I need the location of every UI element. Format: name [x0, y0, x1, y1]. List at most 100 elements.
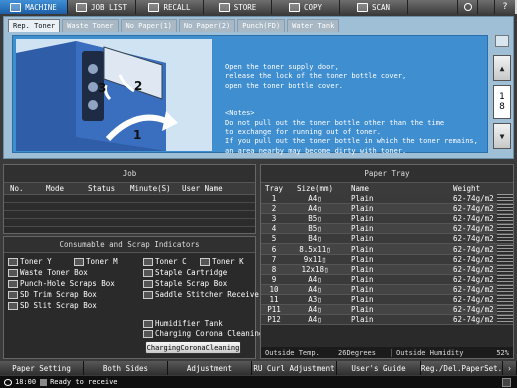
tray-row[interactable]: 11 A3▯ Plain 62-74g/m2 — [261, 294, 513, 306]
globe-icon — [463, 3, 472, 11]
tray-row[interactable]: 7 9x11▯ Plain 62-74g/m2 — [261, 254, 513, 265]
page-indicator: 1 8 — [493, 85, 511, 119]
chevron-right-icon: › — [507, 363, 512, 373]
step-2-label: 2 — [134, 79, 143, 93]
tray-level-indicator — [497, 254, 513, 264]
tray-number: 8 — [271, 264, 277, 274]
job-row[interactable] — [4, 203, 255, 211]
tab-job-list[interactable]: JOB LIST — [68, 0, 136, 14]
humidifier-icon — [143, 319, 153, 328]
job-list-icon — [75, 2, 87, 12]
tab-recall[interactable]: RECALL — [136, 0, 204, 14]
ru-curl-adjustment-button[interactable]: RU Curl Adjustment — [252, 361, 337, 375]
subtab-water-tank[interactable]: Water Tank — [287, 19, 340, 32]
page-up-button[interactable]: ▲ — [493, 55, 511, 81]
tray-size: A4▯ — [308, 194, 322, 204]
tray-row[interactable]: 1 A4▯ Plain 62-74g/m2 — [261, 194, 513, 205]
tray-number: 3 — [271, 214, 277, 224]
paper-tray-title: Paper Tray — [261, 165, 513, 183]
slit-box-icon — [8, 301, 18, 310]
tray-paper-name: Plain — [351, 274, 374, 284]
tray-header: Tray Size(mm) Name Weight — [261, 183, 513, 194]
tray-level-indicator — [497, 274, 513, 284]
nav-spacer — [408, 0, 458, 14]
staple-scrap-icon — [143, 279, 153, 288]
outside-humidity-value: 52% — [496, 348, 509, 357]
tray-row[interactable]: 8 12x18▯ Plain 62-74g/m2 — [261, 264, 513, 275]
toner-illustration: 3 2 1 — [16, 39, 212, 151]
status-time: 18:00 — [15, 378, 37, 386]
subtab-no-paper-2[interactable]: No Paper(2) — [178, 19, 236, 32]
tray-row[interactable]: 4 B5▯ Plain 62-74g/m2 — [261, 224, 513, 235]
tray-paper-name: Plain — [351, 284, 374, 294]
col-no: No. — [10, 184, 24, 193]
bottom-toolbar: Paper Setting Both Sides Adjustment RU C… — [0, 361, 517, 375]
tray-weight: 62-74g/m2 — [453, 244, 494, 254]
tray-row[interactable]: 10 A4▯ Plain 62-74g/m2 — [261, 284, 513, 295]
users-guide-button[interactable]: User's Guide — [337, 361, 421, 375]
tray-weight: 62-74g/m2 — [453, 194, 494, 204]
help-button[interactable]: ? — [495, 0, 515, 14]
paper-setting-button[interactable]: Paper Setting — [0, 361, 84, 375]
tray-number: 4 — [271, 224, 277, 234]
tray-row[interactable]: 9 A4▯ Plain 62-74g/m2 — [261, 274, 513, 285]
page-navigation: ▲ 1 8 ▼ — [493, 55, 512, 155]
tray-level-indicator — [497, 224, 513, 234]
job-row[interactable] — [4, 219, 255, 227]
tray-weight: 62-74g/m2 — [453, 204, 494, 214]
reg-del-paper-set-button[interactable]: Reg./Del.PaperSet. — [421, 361, 503, 375]
tray-row[interactable]: 2 A4▯ Plain 62-74g/m2 — [261, 204, 513, 215]
tab-machine[interactable]: MACHINE — [0, 0, 68, 14]
subtab-rep-toner[interactable]: Rep. Toner — [8, 19, 61, 32]
adjustment-button[interactable]: Adjustment — [168, 361, 252, 375]
instruction-box: 3 2 1 Open the toner supply door, releas… — [12, 35, 488, 155]
outside-temp-label: Outside Temp. — [265, 348, 320, 357]
saddle-stitcher-icon — [143, 290, 153, 299]
staple-scrap-indicator: Staple Scrap Box — [143, 279, 227, 288]
keyboard-icon[interactable] — [502, 377, 511, 387]
page-down-button[interactable]: ▼ — [493, 123, 511, 149]
tray-weight: 62-74g/m2 — [453, 224, 494, 234]
language-button[interactable] — [458, 0, 478, 14]
message-panel: Rep. Toner Waste Toner No Paper(1) No Pa… — [3, 16, 514, 159]
tray-paper-name: Plain — [351, 194, 374, 204]
expand-button[interactable] — [495, 35, 509, 47]
subtab-waste-toner[interactable]: Waste Toner — [62, 19, 119, 32]
job-header: No. Mode Status Minute(S) User Name — [4, 183, 255, 195]
job-row[interactable] — [4, 195, 255, 203]
tray-rows: 1 A4▯ Plain 62-74g/m2 2 A4▯ Plain 62-74g/m2 3 B5▯… — [261, 194, 513, 326]
outside-temp-value: 26Degrees — [338, 348, 376, 357]
tray-level-indicator — [497, 284, 513, 294]
tray-size: 9x11▯ — [303, 254, 327, 264]
tray-row[interactable]: 6 8.5x11▯ Plain 62-74g/m2 — [261, 244, 513, 255]
col-weight: Weight — [453, 184, 481, 193]
col-mode: Mode — [46, 184, 65, 193]
tab-copy[interactable]: COPY — [272, 0, 340, 14]
tray-row[interactable]: P12 A4▯ Plain 62-74g/m2 — [261, 315, 513, 326]
job-row[interactable] — [4, 211, 255, 219]
tray-level-indicator — [497, 194, 513, 204]
more-button[interactable]: › — [503, 361, 517, 375]
saddle-stitcher-indicator: Saddle Stitcher Receiver — [143, 290, 263, 299]
step-1-label: 1 — [133, 128, 142, 142]
corona-cleaning-indicator: Charging Corona Cleaning — [143, 329, 263, 338]
subtab-punch-fd[interactable]: Punch(FD) — [237, 19, 286, 32]
job-panel: Job No. Mode Status Minute(S) User Name — [3, 164, 256, 234]
tray-weight: 62-74g/m2 — [453, 214, 494, 224]
subtab-no-paper-1[interactable]: No Paper(1) — [120, 19, 177, 32]
toner-icon — [200, 257, 210, 266]
charging-corona-cleaning-button[interactable]: ChargingCoronaCleaning — [145, 341, 241, 354]
both-sides-button[interactable]: Both Sides — [84, 361, 168, 375]
tray-row[interactable]: 3 B5▯ Plain 62-74g/m2 — [261, 214, 513, 225]
tray-level-indicator — [497, 264, 513, 274]
tray-number: 9 — [271, 274, 277, 284]
tray-row[interactable]: 5 B4▯ Plain 62-74g/m2 — [261, 234, 513, 245]
tab-scan[interactable]: SCAN — [340, 0, 408, 14]
col-tray: Tray — [264, 184, 284, 193]
humidifier-indicator: Humidifier Tank — [143, 319, 223, 328]
tray-size: A4▯ — [308, 305, 322, 315]
tab-store[interactable]: STORE — [204, 0, 272, 14]
scan-icon — [356, 2, 368, 12]
tray-row[interactable]: P11 A4▯ Plain 62-74g/m2 — [261, 305, 513, 316]
tray-size: A4▯ — [308, 284, 322, 294]
